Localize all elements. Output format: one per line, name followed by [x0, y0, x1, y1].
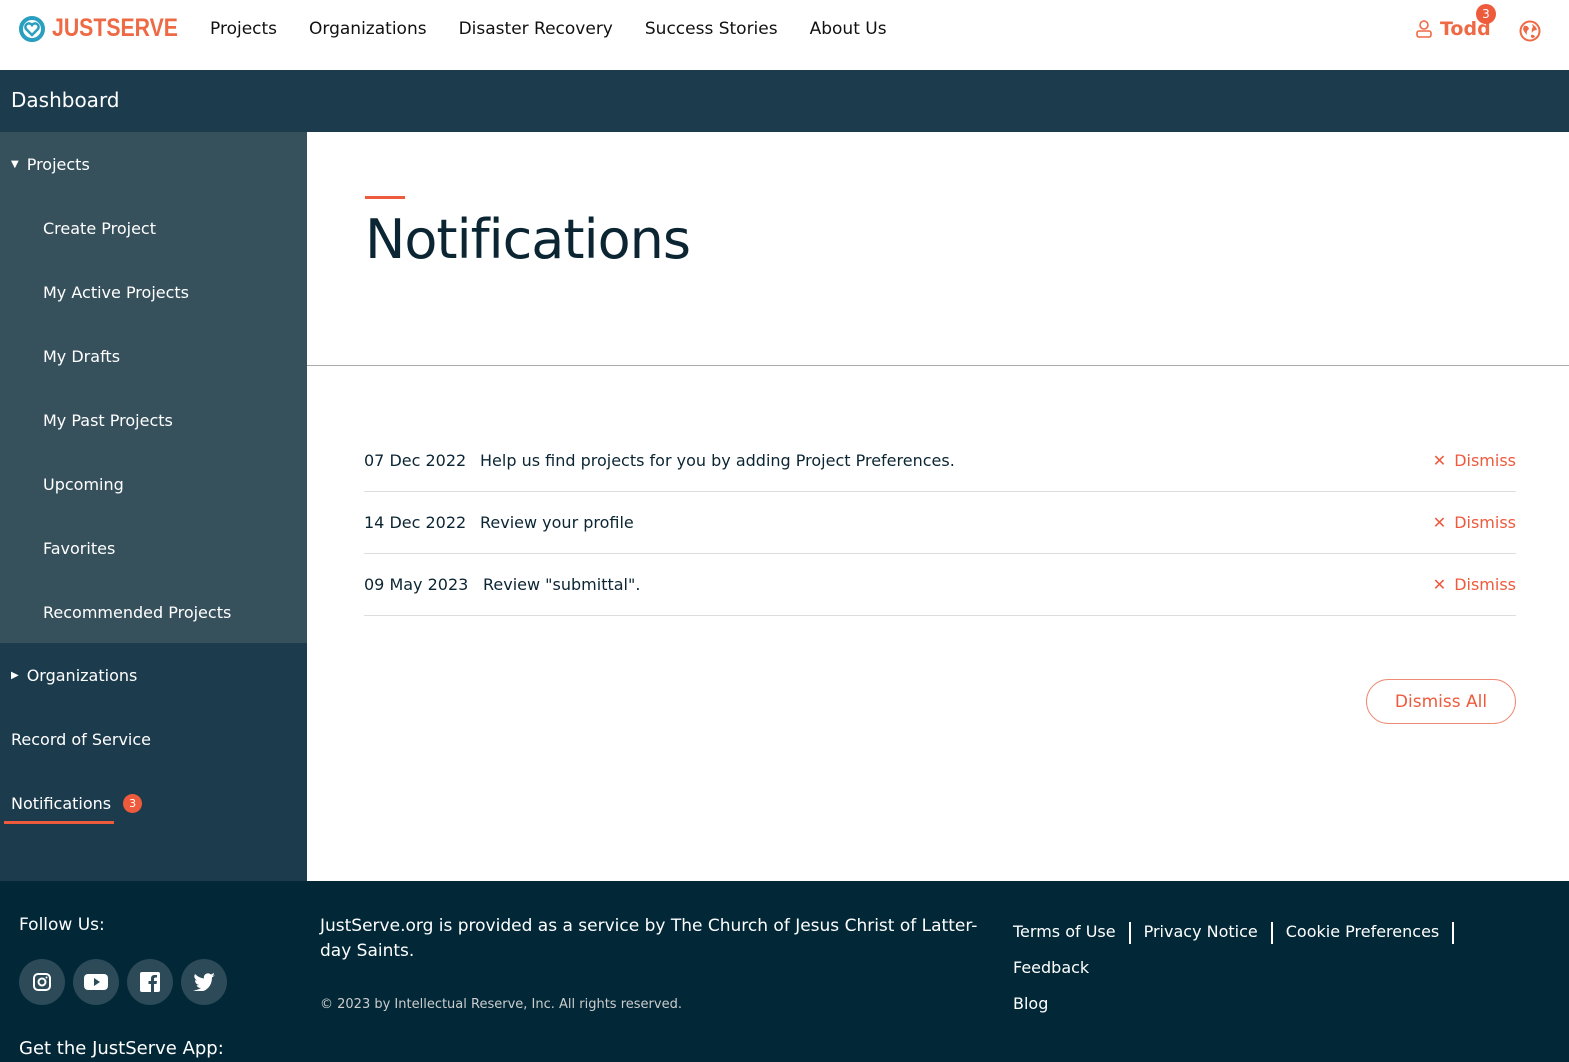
cookie-preferences-link[interactable]: Cookie Preferences: [1286, 914, 1440, 950]
terms-of-use-link[interactable]: Terms of Use: [1013, 914, 1116, 950]
sidebar-item-create-project[interactable]: Create Project: [0, 196, 307, 260]
notification-message[interactable]: Review "submittal".: [483, 575, 1433, 594]
separator: [1270, 921, 1273, 944]
blog-link[interactable]: Blog: [1013, 986, 1048, 1022]
main-content: Notifications 07 Dec 2022 Help us find p…: [307, 132, 1569, 881]
facebook-icon: [140, 972, 160, 992]
instagram-icon: [33, 973, 51, 991]
close-icon: ✕: [1432, 451, 1447, 470]
notification-date: 07 Dec 2022: [364, 451, 467, 470]
user-menu[interactable]: Todd 3: [1414, 4, 1496, 40]
nav-organizations[interactable]: Organizations: [309, 19, 427, 39]
notification-row: 07 Dec 2022 Help us find projects for yo…: [364, 430, 1516, 492]
copyright: © 2023 by Intellectual Reserve, Inc. All…: [320, 997, 682, 1012]
title-accent: [365, 196, 405, 199]
user-icon: [1416, 20, 1432, 38]
sidebar-item-record-of-service[interactable]: Record of Service: [0, 707, 307, 771]
dismiss-button[interactable]: ✕ Dismiss: [1433, 451, 1516, 470]
youtube-button[interactable]: [73, 959, 119, 1005]
dismiss-label: Dismiss: [1454, 451, 1516, 470]
separator: [1128, 921, 1131, 944]
nav-projects[interactable]: Projects: [210, 19, 277, 39]
caret-down-icon: ▼: [11, 158, 19, 170]
close-icon: ✕: [1432, 575, 1447, 594]
notification-message[interactable]: Review your profile: [480, 513, 1433, 532]
projects-section: ▼ Projects Create Project My Active Proje…: [0, 132, 307, 643]
social-links: [19, 959, 227, 1005]
top-navigation: JUSTSERVE Projects Organizations Disaste…: [0, 0, 1569, 70]
get-app-label: Get the JustServe App:: [19, 1038, 224, 1059]
caret-right-icon: ▶: [11, 669, 19, 681]
sidebar-item-favorites[interactable]: Favorites: [0, 516, 307, 580]
nav-success-stories[interactable]: Success Stories: [645, 19, 778, 39]
footer-links: Terms of Use Privacy Notice Cookie Prefere…: [1013, 914, 1543, 1022]
sidebar: ▼ Projects Create Project My Active Proje…: [0, 132, 307, 881]
notification-row: 09 May 2023 Review "submittal". ✕ Dismiss: [364, 554, 1516, 616]
dismiss-button[interactable]: ✕ Dismiss: [1433, 575, 1516, 594]
sidebar-item-label: Organizations: [26, 665, 138, 685]
youtube-icon: [84, 974, 108, 990]
dismiss-label: Dismiss: [1454, 575, 1516, 594]
twitter-icon: [193, 973, 215, 991]
sidebar-item-upcoming[interactable]: Upcoming: [0, 452, 307, 516]
sidebar-item-organizations[interactable]: ▶ Organizations: [0, 643, 307, 707]
sidebar-item-notifications[interactable]: Notifications 3: [0, 771, 307, 835]
sidebar-item-my-active-projects[interactable]: My Active Projects: [0, 260, 307, 324]
notification-message[interactable]: Help us find projects for you by adding …: [480, 451, 1433, 470]
twitter-button[interactable]: [181, 959, 227, 1005]
dashboard-header: Dashboard: [0, 70, 1569, 132]
sidebar-item-label: Notifications: [11, 793, 112, 813]
dismiss-all-button[interactable]: Dismiss All: [1366, 679, 1516, 724]
notification-row: 14 Dec 2022 Review your profile ✕ Dismiss: [364, 492, 1516, 554]
main-nav: Projects Organizations Disaster Recovery…: [210, 19, 887, 39]
divider: [307, 365, 1569, 366]
sidebar-item-recommended-projects[interactable]: Recommended Projects: [0, 580, 307, 644]
notification-list: 07 Dec 2022 Help us find projects for yo…: [364, 430, 1516, 616]
privacy-notice-link[interactable]: Privacy Notice: [1144, 914, 1258, 950]
provided-by-text: JustServe.org is provided as a service b…: [320, 916, 978, 961]
nav-disaster-recovery[interactable]: Disaster Recovery: [459, 19, 613, 39]
page-title: Notifications: [365, 208, 691, 271]
notifications-badge: 3: [123, 793, 143, 813]
feedback-link[interactable]: Feedback: [1013, 950, 1089, 986]
footer: Follow Us: Get the JustServe App: JustSe…: [0, 881, 1569, 1062]
heart-logo-icon: [19, 15, 45, 42]
dismiss-label: Dismiss: [1454, 513, 1516, 532]
globe-language-icon[interactable]: [1519, 20, 1541, 42]
follow-us-label: Follow Us:: [19, 915, 105, 935]
close-icon: ✕: [1432, 513, 1447, 532]
justserve-logo[interactable]: JUSTSERVE: [18, 14, 200, 43]
separator: [1452, 921, 1455, 944]
user-notification-badge: 3: [1476, 4, 1496, 24]
nav-about-us[interactable]: About Us: [810, 19, 887, 39]
sidebar-item-label: Projects: [26, 154, 90, 174]
notification-date: 14 Dec 2022: [364, 513, 467, 532]
active-underline: [4, 821, 114, 824]
notification-date: 09 May 2023: [364, 575, 469, 594]
facebook-button[interactable]: [127, 959, 173, 1005]
dismiss-button[interactable]: ✕ Dismiss: [1433, 513, 1516, 532]
instagram-button[interactable]: [19, 959, 65, 1005]
sidebar-item-my-drafts[interactable]: My Drafts: [0, 324, 307, 388]
sidebar-item-projects[interactable]: ▼ Projects: [0, 132, 307, 196]
sidebar-item-my-past-projects[interactable]: My Past Projects: [0, 388, 307, 452]
